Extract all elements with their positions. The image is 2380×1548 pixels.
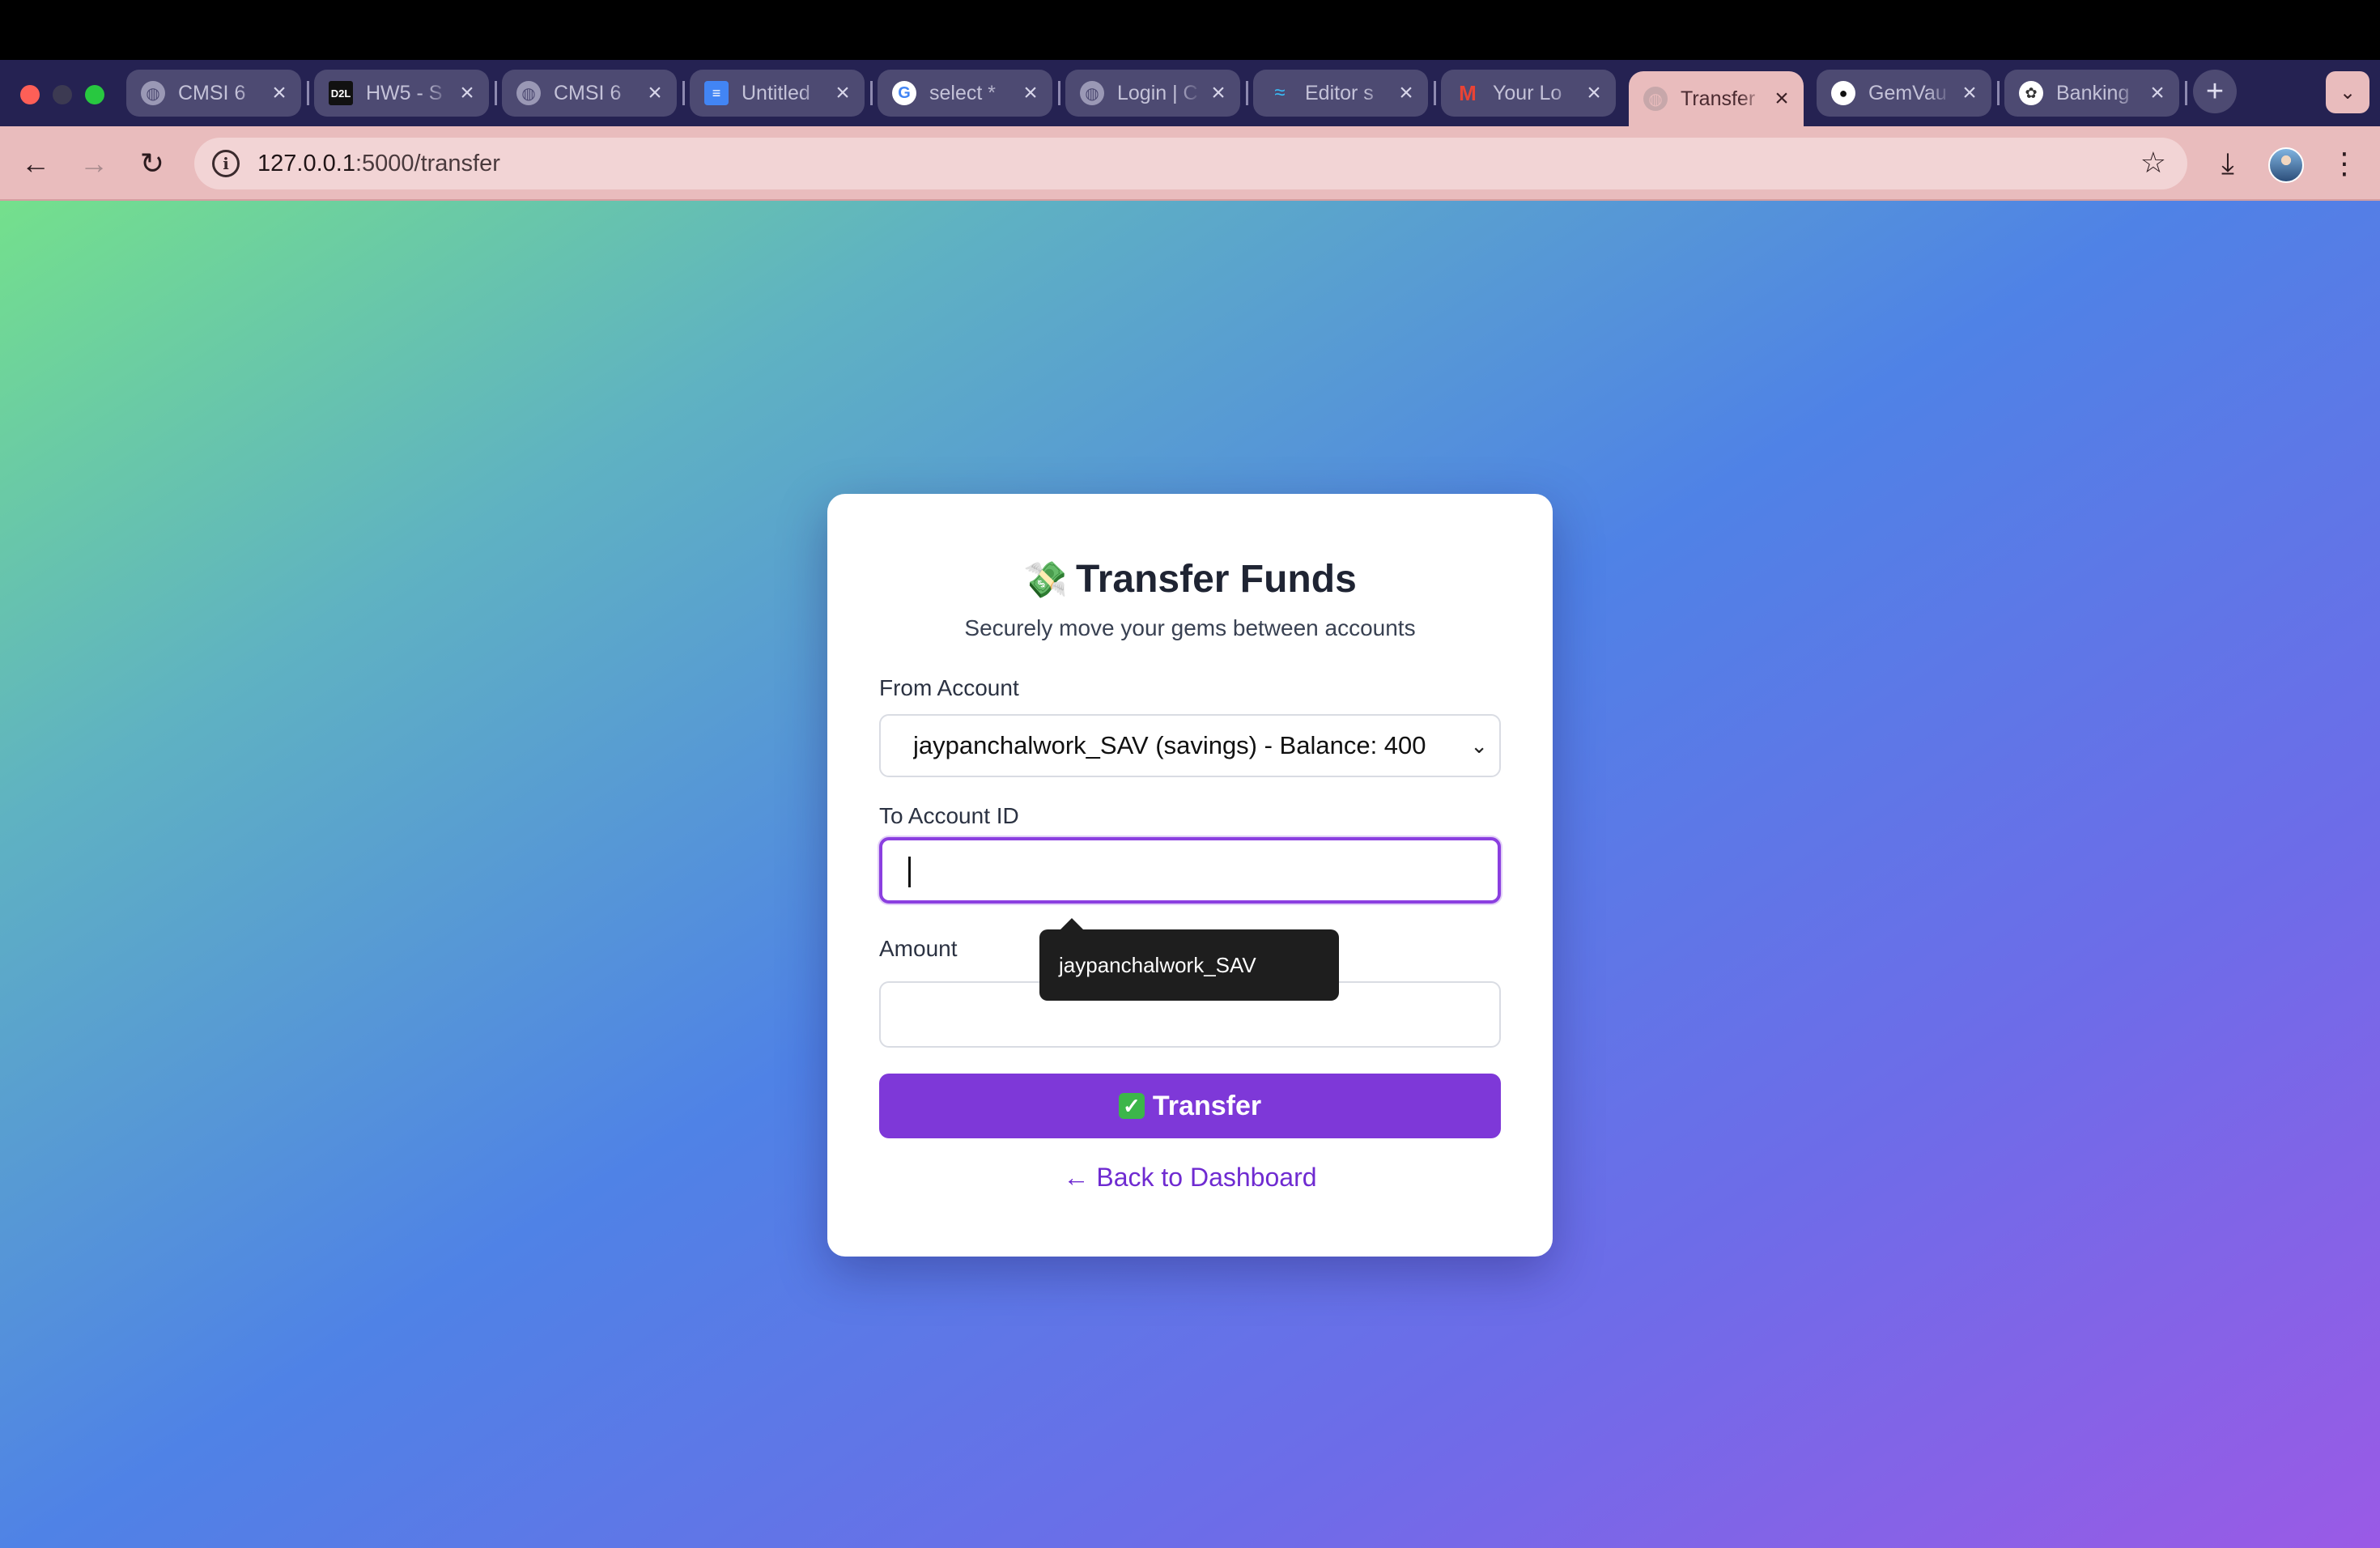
- tab-separator: [1246, 81, 1248, 105]
- system-menu-bar: [0, 0, 2380, 60]
- amount-label: Amount: [879, 936, 958, 961]
- maximize-window-button[interactable]: [85, 85, 104, 104]
- transfer-card: 💸 Transfer Funds Securely move your gems …: [827, 494, 1553, 1257]
- close-icon[interactable]: ×: [1396, 79, 1417, 107]
- menu-button[interactable]: ⋮: [2325, 144, 2364, 183]
- tab-strip: ◍ CMSI 6 × D2L HW5 - S × ◍ CMSI 6 × ≡ Un…: [0, 60, 2380, 126]
- tab-separator: [1434, 81, 1436, 105]
- tab-title: CMSI 6: [178, 81, 246, 104]
- globe-icon: ◍: [1080, 81, 1104, 105]
- globe-icon: ◍: [1643, 87, 1668, 111]
- tab-title: HW5 - S: [366, 81, 443, 104]
- new-tab-button[interactable]: +: [2193, 70, 2237, 113]
- page-title: 💸 Transfer Funds: [827, 557, 1553, 602]
- tab-separator: [307, 81, 309, 105]
- more-vertical-icon: ⋮: [2330, 147, 2359, 180]
- google-icon: G: [892, 81, 916, 105]
- tab-transfer-active[interactable]: ◍ Transfer ×: [1629, 71, 1804, 126]
- bookmark-star-icon[interactable]: ☆: [2140, 146, 2166, 180]
- tab-google-search[interactable]: G select * ×: [878, 70, 1052, 117]
- minimize-window-button[interactable]: [53, 85, 72, 104]
- close-icon[interactable]: ×: [457, 79, 478, 107]
- from-account-label: From Account: [879, 675, 1019, 700]
- forward-button[interactable]: →: [74, 144, 113, 183]
- from-account-value: jaypanchalwork_SAV (savings) - Balance: …: [913, 731, 1426, 759]
- tab-title: Login | C: [1117, 81, 1198, 104]
- tab-separator: [1997, 81, 2000, 105]
- money-wings-icon: 💸: [1023, 560, 1069, 600]
- google-docs-icon: ≡: [704, 81, 729, 105]
- close-icon[interactable]: ×: [1771, 85, 1792, 113]
- tab-separator: [1058, 81, 1060, 105]
- to-account-label: To Account ID: [879, 803, 1019, 828]
- page-viewport: 💸 Transfer Funds Securely move your gems …: [0, 201, 2380, 1548]
- gmail-icon: M: [1459, 80, 1477, 105]
- chevron-down-icon: ⌄: [1470, 734, 1488, 758]
- close-icon[interactable]: ×: [832, 79, 853, 107]
- tab-title: Untitled: [742, 81, 810, 104]
- download-icon: ⤓: [2221, 146, 2234, 180]
- tab-cmsi-2[interactable]: ◍ CMSI 6 ×: [502, 70, 677, 117]
- tab-login[interactable]: ◍ Login | C ×: [1065, 70, 1240, 117]
- tab-separator: [682, 81, 685, 105]
- url-text[interactable]: 127.0.0.1:5000/transfer: [257, 151, 500, 177]
- browser-toolbar: ← → ↻ i 127.0.0.1:5000/transfer ☆ ⤓ ⋮: [0, 126, 2380, 201]
- text-caret: [908, 857, 911, 887]
- back-to-dashboard-link[interactable]: ← Back to Dashboard: [827, 1163, 1553, 1193]
- page-title-text: Transfer Funds: [1076, 558, 1357, 601]
- tab-separator: [870, 81, 873, 105]
- tab-cmsi-1[interactable]: ◍ CMSI 6 ×: [126, 70, 301, 117]
- page-subtitle: Securely move your gems between accounts: [964, 615, 1416, 640]
- chevron-down-icon: ⌄: [2339, 81, 2357, 104]
- tab-title: Transfer: [1681, 87, 1756, 110]
- check-mark-icon: ✓: [1118, 1093, 1145, 1119]
- globe-icon: ◍: [141, 81, 165, 105]
- tab-title: CMSI 6: [554, 81, 622, 104]
- tab-separator: [2185, 81, 2187, 105]
- autofill-suggestion-text: jaypanchalwork_SAV: [1059, 952, 1256, 977]
- address-bar[interactable]: i 127.0.0.1:5000/transfer ☆: [194, 138, 2187, 189]
- openai-icon: ✿: [2019, 81, 2043, 105]
- tab-separator: [495, 81, 497, 105]
- tab-title: Banking: [2056, 81, 2130, 104]
- tab-title: Your Lo: [1493, 81, 1562, 104]
- tab-untitled-doc[interactable]: ≡ Untitled ×: [690, 70, 865, 117]
- arrow-right-icon: →: [79, 147, 108, 180]
- arrow-left-icon: ←: [21, 147, 50, 180]
- tab-search-button[interactable]: ⌄: [2326, 71, 2369, 113]
- close-icon[interactable]: ×: [1583, 79, 1604, 107]
- close-icon[interactable]: ×: [644, 79, 665, 107]
- tab-github[interactable]: ● GemVau ×: [1817, 70, 1991, 117]
- close-icon[interactable]: ×: [1020, 79, 1041, 107]
- d2l-icon: D2L: [329, 81, 353, 105]
- profile-avatar[interactable]: [2268, 147, 2304, 183]
- github-icon: ●: [1831, 81, 1855, 105]
- close-icon[interactable]: ×: [1959, 79, 1980, 107]
- close-window-button[interactable]: [20, 85, 40, 104]
- reload-button[interactable]: ↻: [133, 144, 172, 183]
- tailwind-icon: ≈: [1274, 82, 1286, 104]
- tab-hw5[interactable]: D2L HW5 - S ×: [314, 70, 489, 117]
- url-path: :5000/transfer: [355, 150, 500, 176]
- tab-editor[interactable]: ≈ Editor s ×: [1253, 70, 1428, 117]
- tab-title: GemVau: [1868, 81, 1947, 104]
- tab-title: select *: [929, 81, 996, 104]
- globe-icon: ◍: [516, 81, 541, 105]
- reload-icon: ↻: [139, 147, 165, 180]
- close-icon[interactable]: ×: [1208, 79, 1229, 107]
- site-info-icon[interactable]: i: [212, 150, 240, 177]
- to-account-input[interactable]: [879, 837, 1501, 904]
- close-icon[interactable]: ×: [2147, 79, 2168, 107]
- from-account-select[interactable]: jaypanchalwork_SAV (savings) - Balance: …: [879, 714, 1501, 777]
- tab-banking[interactable]: ✿ Banking ×: [2004, 70, 2179, 117]
- url-host: 127.0.0.1: [257, 150, 355, 176]
- transfer-button-label: Transfer: [1152, 1090, 1262, 1121]
- tab-gmail[interactable]: M Your Lo ×: [1441, 70, 1616, 117]
- back-button[interactable]: ←: [16, 144, 55, 183]
- autofill-suggestion[interactable]: jaypanchalwork_SAV: [1039, 918, 1339, 1001]
- close-icon[interactable]: ×: [269, 79, 290, 107]
- tab-title: Editor s: [1305, 81, 1374, 104]
- downloads-button[interactable]: ⤓: [2208, 144, 2247, 183]
- transfer-button[interactable]: ✓ Transfer: [879, 1074, 1501, 1138]
